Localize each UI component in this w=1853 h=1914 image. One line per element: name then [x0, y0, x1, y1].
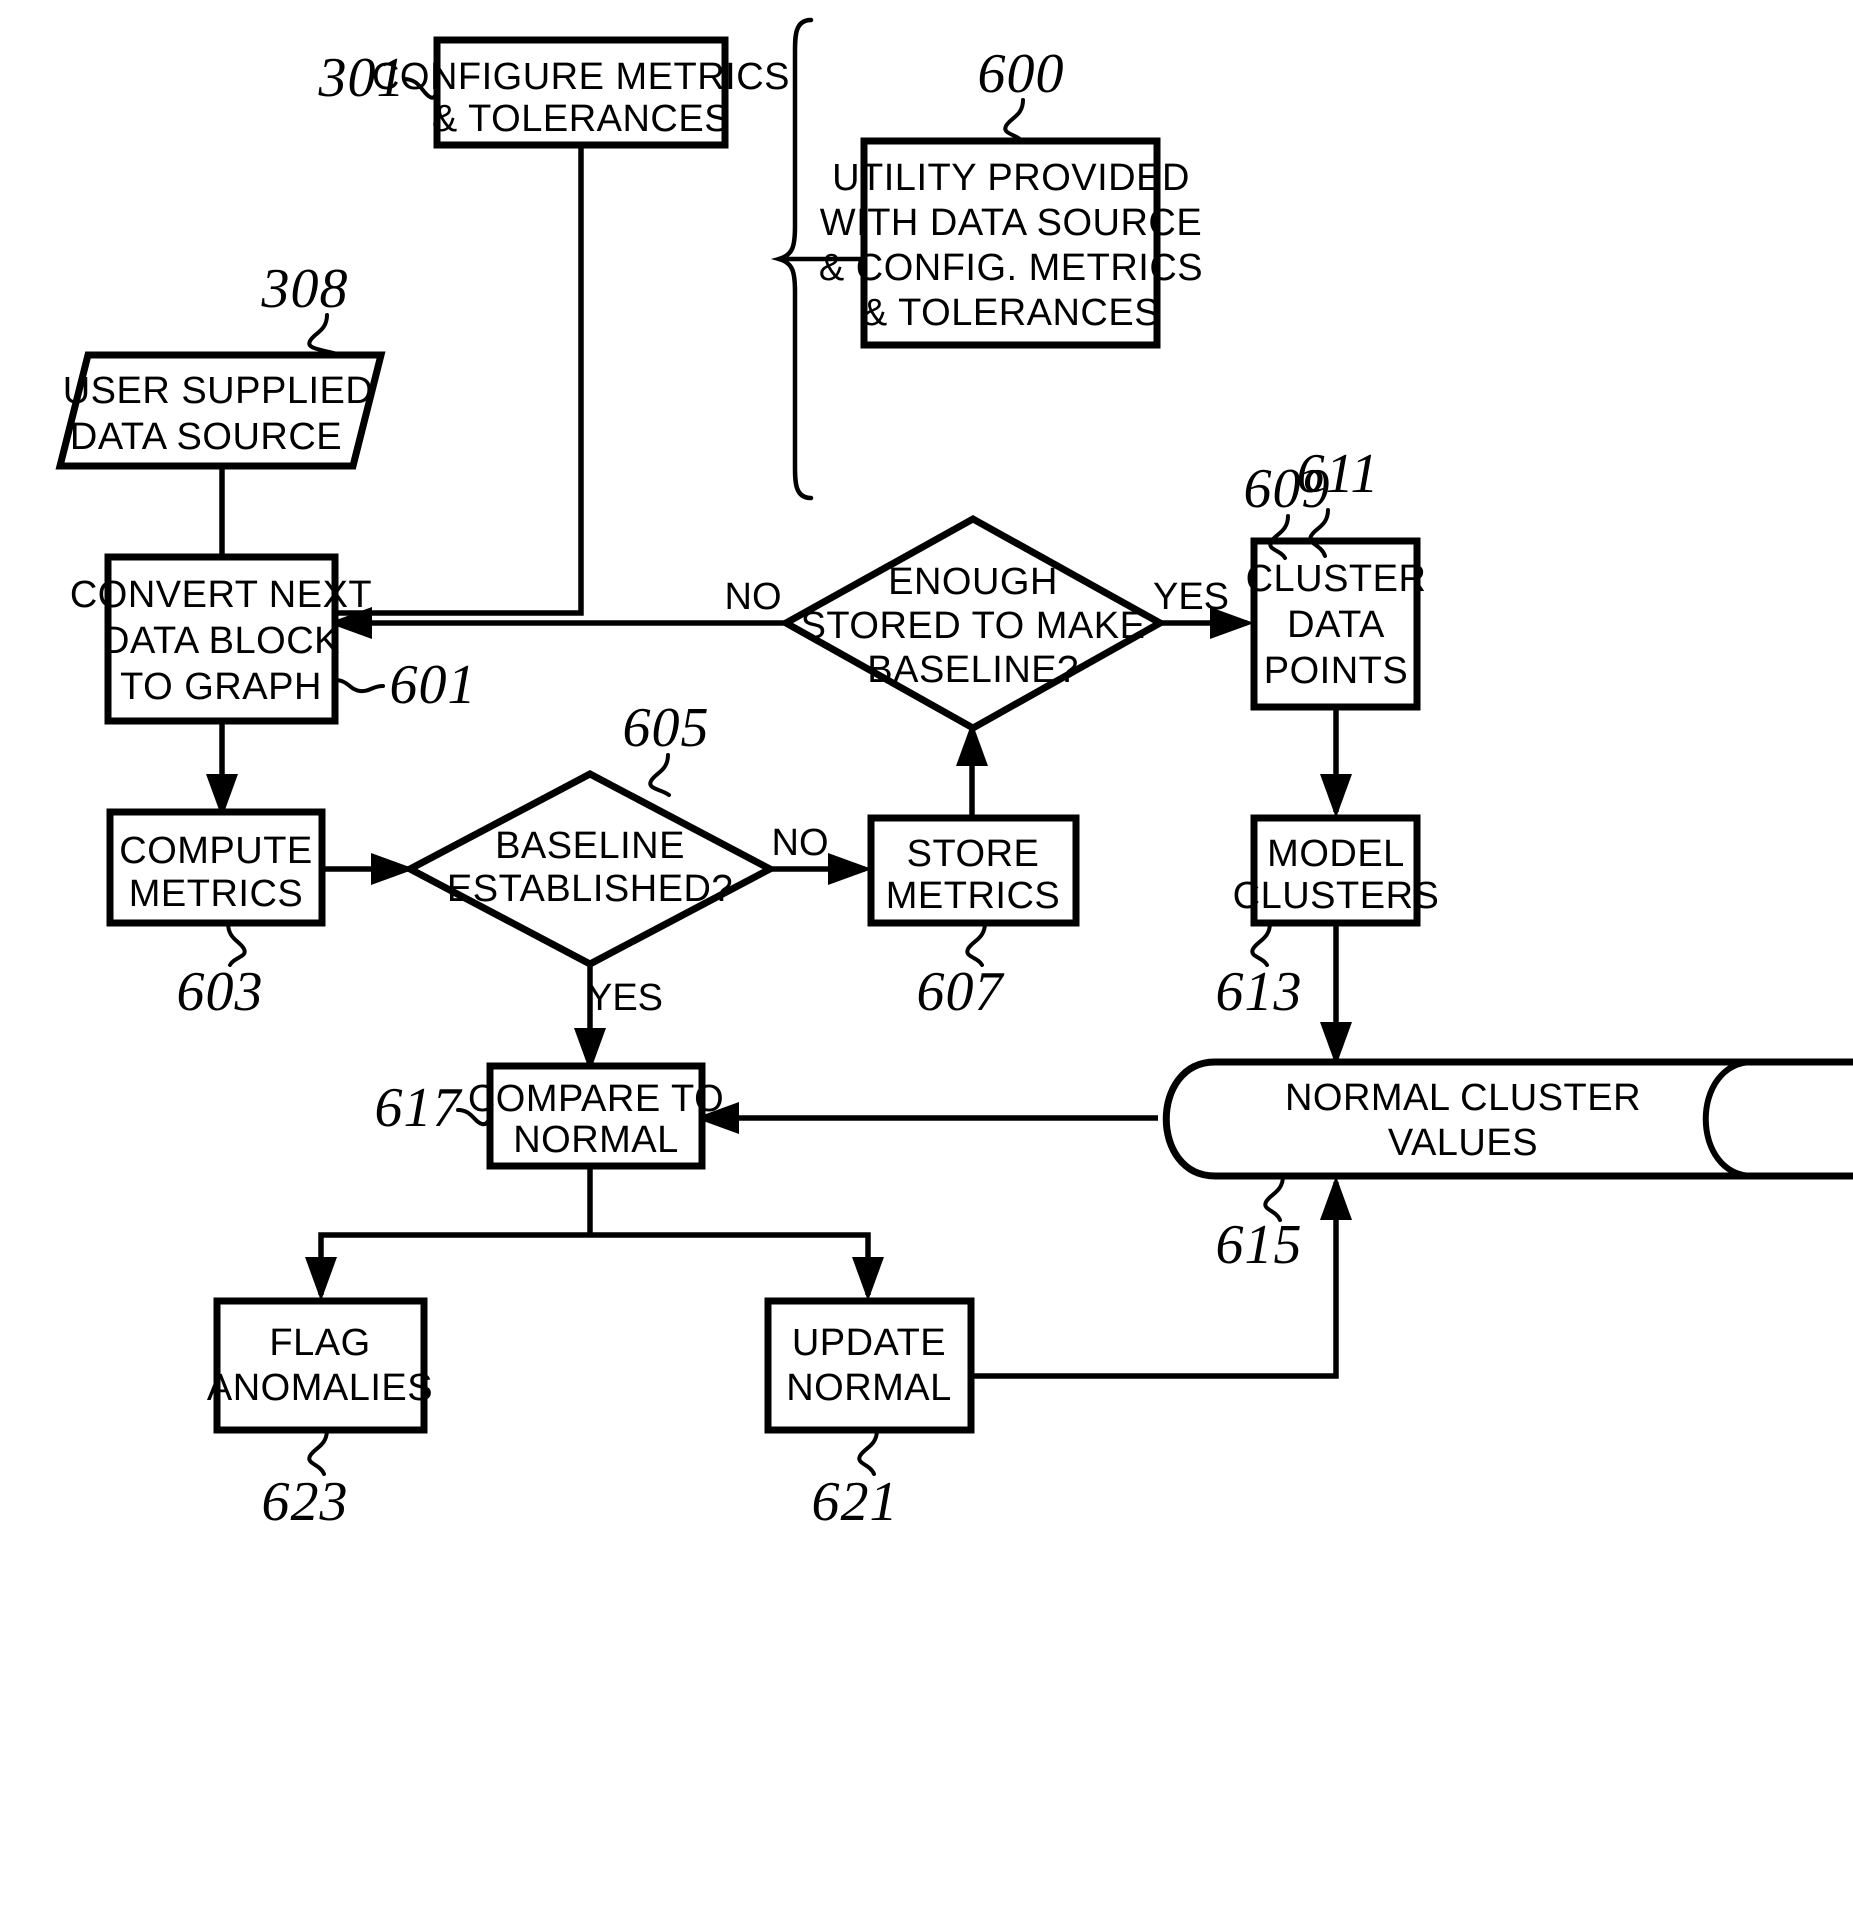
node-update-normal-box	[764, 1297, 975, 1434]
refnum-301: 301	[318, 47, 406, 109]
node-utility-provided-line3: & CONFIG. METRICS	[819, 247, 1203, 289]
leader-605	[648, 753, 671, 797]
refnum-615: 615	[1216, 1214, 1303, 1276]
patent-figure-sheet: CONFIGURE METRICS & TOLERANCES UTILITY P…	[0, 0, 1853, 1914]
node-enough-stored-line3: BASELINE?	[867, 649, 1079, 691]
node-cluster-data-points-line3: POINTS	[1264, 650, 1408, 692]
leader-621	[857, 1428, 879, 1476]
leader-623	[307, 1428, 329, 1476]
refnum-621: 621	[812, 1471, 899, 1533]
node-enough-stored-line2: STORED TO MAKE	[801, 605, 1146, 647]
refnum-623: 623	[262, 1471, 349, 1533]
edge-label-enough-yes: YES	[1153, 576, 1229, 618]
leader-601	[333, 678, 385, 694]
node-convert-block-line1: CONVERT NEXT	[70, 574, 372, 616]
node-cluster-data-points-line1: CLUSTER	[1246, 558, 1427, 600]
node-compute-metrics-line2: METRICS	[129, 873, 304, 915]
node-flag-anomalies-line1: FLAG	[269, 1322, 370, 1364]
node-baseline-established-line1: BASELINE	[495, 825, 685, 867]
refnum-617: 617	[375, 1077, 463, 1139]
edge-label-baseline-no: NO	[772, 822, 829, 864]
node-model-clusters-line2: CLUSTERS	[1233, 875, 1440, 917]
node-update-normal-line2: NORMAL	[786, 1367, 952, 1409]
node-convert-block-line3: TO GRAPH	[120, 666, 322, 708]
node-flag-anomalies-box	[213, 1297, 428, 1434]
leader-600	[1003, 98, 1025, 143]
node-utility-provided-line4: & TOLERANCES	[862, 292, 1160, 334]
node-update-normal-line1: UPDATE	[792, 1322, 946, 1364]
arrowhead-update-to-normalvalues	[1320, 1176, 1352, 1220]
leader-308	[307, 313, 347, 358]
leader-603	[226, 921, 247, 967]
node-configure-metrics-line2: & TOLERANCES	[432, 98, 730, 140]
edge-compare-split	[318, 1166, 871, 1295]
node-normal-cluster-values-line2: VALUES	[1388, 1122, 1538, 1164]
node-utility-provided-line1: UTILITY PROVIDED	[832, 157, 1190, 199]
node-store-metrics-line1: STORE	[907, 833, 1040, 875]
leader-613	[1250, 921, 1272, 967]
refnum-308: 308	[261, 258, 349, 320]
arrowhead-compare-to-update	[852, 1257, 884, 1301]
node-enough-stored-line1: ENOUGH	[888, 561, 1058, 603]
node-flag-anomalies-line2: ANOMALIES	[207, 1367, 433, 1409]
arrowhead-compare-to-flag	[305, 1257, 337, 1301]
edge-label-enough-no: NO	[725, 576, 782, 618]
node-compute-metrics-line1: COMPUTE	[119, 830, 313, 872]
edge-update-to-normalvalues	[971, 1182, 1339, 1379]
node-normal-cluster-values-line1: NORMAL CLUSTER	[1285, 1077, 1641, 1119]
node-utility-provided-line2: WITH DATA SOURCE	[820, 202, 1202, 244]
refnum-603: 603	[177, 961, 264, 1023]
arrowhead-cluster-to-model	[1320, 774, 1352, 818]
refnum-611: 611	[1297, 443, 1380, 505]
refnum-600: 600	[978, 43, 1065, 105]
node-store-metrics-line2: METRICS	[886, 875, 1061, 917]
refnum-601: 601	[390, 654, 477, 716]
node-model-clusters-line1: MODEL	[1267, 833, 1405, 875]
node-user-data-source-line1: USER SUPPLIED	[63, 370, 374, 412]
edge-label-baseline-yes: YES	[587, 977, 663, 1019]
node-cluster-data-points-line2: DATA	[1287, 604, 1385, 646]
node-convert-block-line2: DATA BLOCK	[102, 620, 340, 662]
arrowhead-baseline-no-to-store	[828, 853, 872, 885]
node-baseline-established-line2: ESTABLISHED?	[447, 868, 733, 910]
leader-607	[965, 921, 987, 967]
node-compare-to-normal-line1: COMPARE TO	[468, 1078, 724, 1120]
node-compare-to-normal-line2: NORMAL	[513, 1119, 679, 1161]
flowchart-canvas: CONFIGURE METRICS & TOLERANCES UTILITY P…	[55, 17, 1853, 1533]
refnum-607: 607	[917, 961, 1005, 1023]
refnum-613: 613	[1216, 961, 1303, 1023]
refnum-605: 605	[623, 697, 710, 759]
node-user-data-source-line2: DATA SOURCE	[70, 416, 342, 458]
